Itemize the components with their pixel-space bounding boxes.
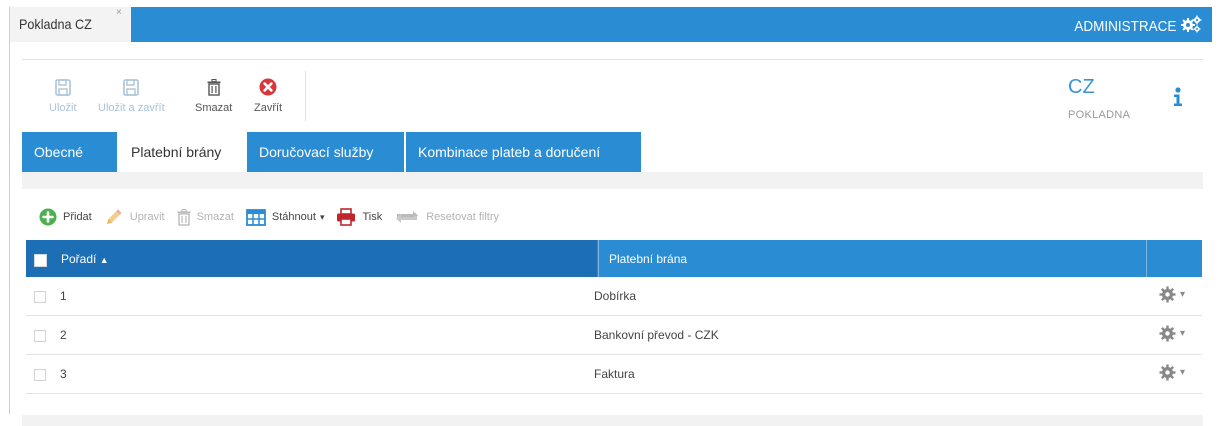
select-all-checkbox[interactable]	[34, 254, 47, 267]
caret-down-icon: ▾	[1180, 328, 1186, 339]
info-icon[interactable]	[1173, 87, 1183, 110]
edit-label: Upravit	[129, 211, 165, 223]
tab-kombinace[interactable]: Kombinace plateb a doručení	[406, 132, 641, 172]
close-button[interactable]: Zavřít	[254, 77, 282, 119]
add-button[interactable]: Přidat	[39, 208, 92, 226]
grid-delete-button[interactable]: Smazat	[177, 208, 234, 226]
gear-icon	[1159, 325, 1176, 342]
tab-obecne[interactable]: Obecné	[22, 132, 117, 172]
document-tab[interactable]: Pokladna CZ ×	[9, 7, 131, 42]
cell-brana: Dobírka	[594, 289, 637, 303]
printer-icon	[336, 208, 356, 226]
header-cell-poradi[interactable]: Pořadí ▲	[26, 240, 597, 277]
column-divider	[1146, 240, 1147, 277]
column-header-poradi: Pořadí	[61, 252, 97, 266]
administrace-label: ADMINISTRACE	[1073, 17, 1176, 35]
toolbar-divider	[305, 71, 306, 121]
refresh-icon	[394, 209, 420, 225]
trash-icon	[177, 208, 191, 226]
row-checkbox[interactable]	[34, 369, 46, 381]
row-checkbox[interactable]	[34, 291, 46, 303]
page-subtitle: POKLADNA	[1068, 109, 1131, 121]
cell-poradi: 2	[60, 328, 67, 342]
print-button[interactable]: Tisk	[336, 208, 382, 226]
row-actions-button[interactable]: ▾	[1159, 325, 1185, 342]
cell-poradi: 3	[60, 367, 67, 381]
trash-icon	[207, 77, 221, 97]
delete-label: Smazat	[195, 102, 233, 114]
save-label: Uložit	[49, 102, 77, 114]
save-button[interactable]: Uložit	[49, 77, 77, 119]
add-label: Přidat	[63, 211, 92, 223]
gear-icon	[1159, 286, 1176, 303]
download-label: Stáhnout	[271, 211, 316, 223]
reset-filters-label: Resetovat filtry	[426, 211, 499, 223]
gear-icon	[1159, 364, 1176, 381]
row-actions-button[interactable]: ▾	[1159, 364, 1185, 381]
floppy-disk-icon	[54, 77, 71, 97]
document-tab-label: Pokladna CZ	[19, 16, 92, 32]
table-row[interactable]: 3 Faktura ▾	[26, 355, 1202, 394]
delete-button[interactable]: Smazat	[195, 77, 232, 119]
tab-content-separator	[22, 172, 1203, 189]
tab-dorucovaci-sluzby[interactable]: Doručovací služby	[247, 132, 404, 172]
print-label: Tisk	[362, 211, 383, 223]
save-close-label: Uložit a zavřít	[98, 102, 165, 114]
caret-down-icon: ▾	[1180, 289, 1186, 300]
table-row[interactable]: 2 Bankovní převod - CZK ▾	[26, 316, 1202, 355]
pencil-icon	[104, 207, 124, 227]
grid-toolbar: Přidat Upravit Smazat Stáhnout ▾ Tisk Re…	[39, 204, 511, 230]
administrace-menu[interactable]: ADMINISTRACE	[1063, 15, 1202, 37]
column-divider	[598, 240, 599, 277]
close-circle-icon	[259, 77, 277, 97]
gears-icon	[1180, 15, 1202, 37]
reset-filters-button[interactable]: Resetovat filtry	[394, 209, 499, 225]
tab-platebni-brany[interactable]: Platební brány	[119, 132, 245, 172]
floppy-disk-icon	[123, 77, 140, 97]
panel-footer	[22, 415, 1203, 426]
sort-asc-icon: ▲	[99, 255, 109, 265]
cell-brana: Bankovní převod - CZK	[594, 328, 719, 342]
cell-brana: Faktura	[594, 367, 635, 381]
row-checkbox[interactable]	[34, 330, 46, 342]
left-border	[9, 42, 10, 414]
table-icon	[245, 208, 266, 226]
document-tab-close-icon[interactable]: ×	[116, 8, 122, 18]
table-header: Pořadí ▲ Platební brána	[26, 240, 1202, 277]
row-actions-button[interactable]: ▾	[1159, 286, 1185, 303]
plus-circle-icon	[39, 208, 57, 226]
column-header-brana[interactable]: Platební brána	[609, 252, 687, 266]
caret-down-icon: ▾	[319, 211, 325, 222]
tab-bar: Obecné Platební brány Doručovací služby …	[22, 132, 643, 172]
edit-button[interactable]: Upravit	[104, 207, 165, 227]
save-close-button[interactable]: Uložit a zavřít	[98, 77, 165, 119]
close-label: Zavřít	[254, 102, 283, 114]
top-bar: Pokladna CZ × ADMINISTRACE	[9, 7, 1212, 42]
cell-poradi: 1	[60, 289, 67, 303]
page-title: CZ	[1068, 76, 1095, 98]
grid-delete-label: Smazat	[196, 211, 234, 223]
download-button[interactable]: Stáhnout ▾	[245, 208, 325, 226]
table-row[interactable]: 1 Dobírka ▾	[26, 277, 1202, 316]
caret-down-icon: ▾	[1180, 367, 1186, 378]
